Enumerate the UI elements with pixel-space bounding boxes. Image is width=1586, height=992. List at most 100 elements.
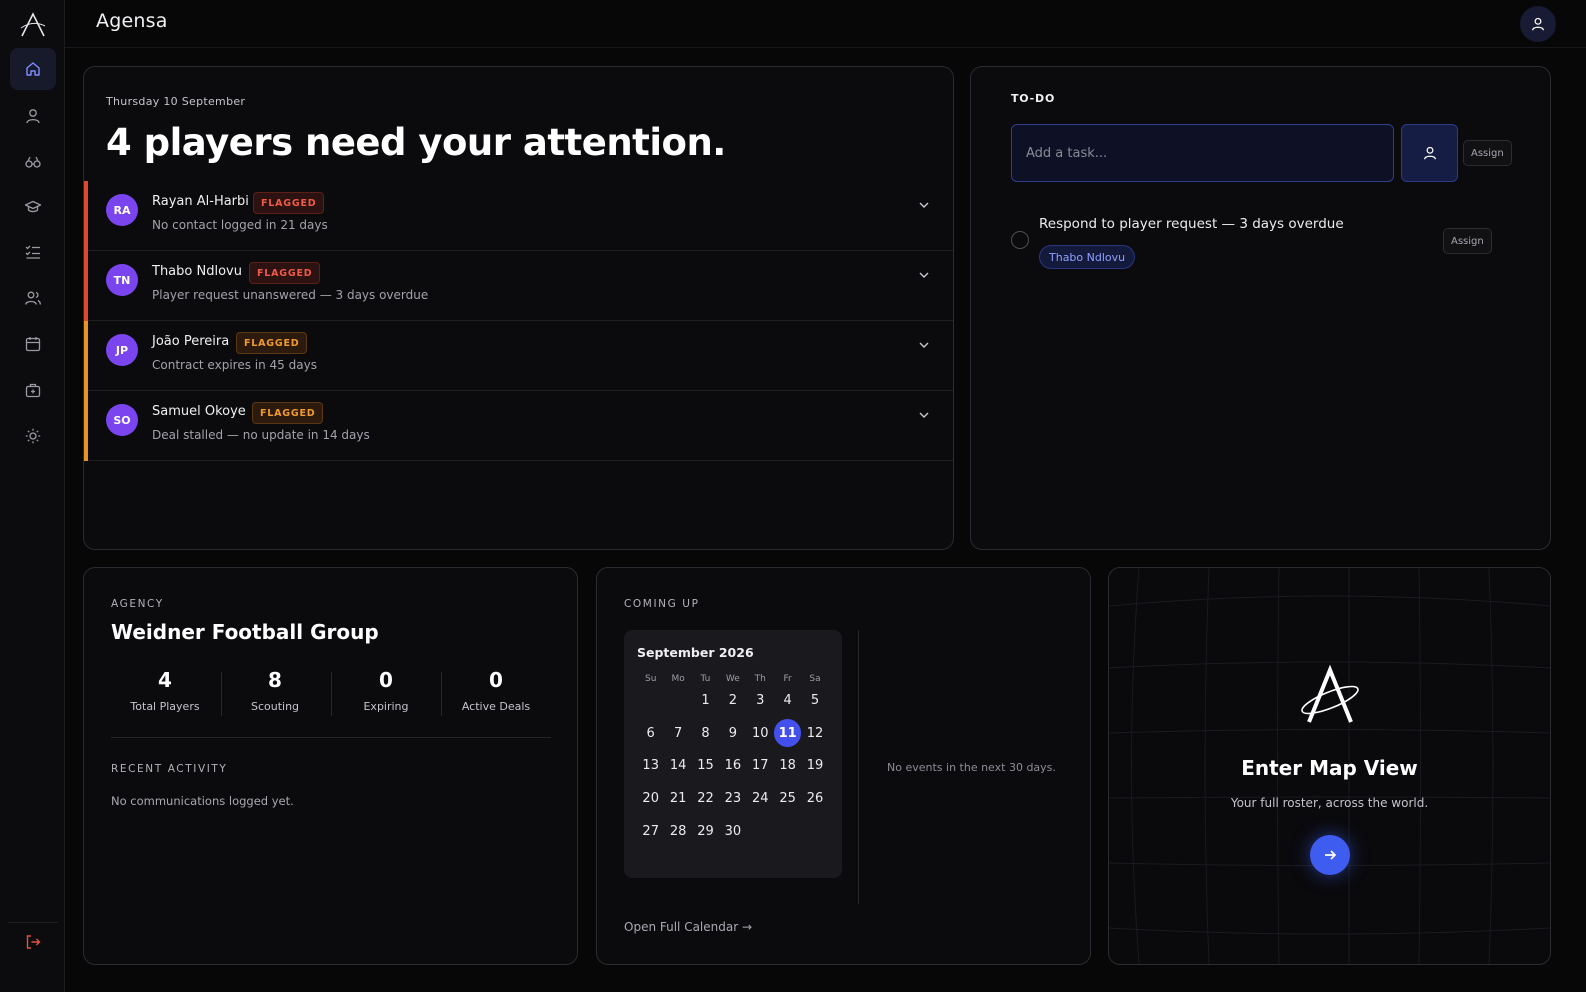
- stat-total-players: 4 Total Players: [110, 668, 220, 713]
- sidebar-item-deals[interactable]: [10, 369, 56, 411]
- calendar-day[interactable]: 5: [801, 687, 828, 714]
- calendar-day[interactable]: 8: [692, 719, 719, 746]
- calendar-day[interactable]: 9: [719, 719, 746, 746]
- checklist-icon: [25, 245, 40, 259]
- profile-avatar-button[interactable]: [1520, 6, 1556, 42]
- player-name: João Pereira: [152, 334, 230, 349]
- agency-label: AGENCY: [111, 598, 164, 610]
- severity-stripe: [84, 251, 88, 321]
- calendar-icon: [25, 337, 41, 352]
- player-reason: Deal stalled — no update in 14 days: [152, 428, 370, 442]
- chevron-down-icon[interactable]: [917, 268, 931, 282]
- calendar-day[interactable]: 3: [747, 687, 774, 714]
- calendar-week: 12345: [637, 684, 829, 717]
- sidebar-item-team[interactable]: [10, 277, 56, 319]
- calendar-day[interactable]: 21: [664, 785, 691, 812]
- calendar-day[interactable]: 2: [719, 687, 746, 714]
- calendar-day[interactable]: 4: [774, 687, 801, 714]
- weekday-label: Mo: [671, 674, 685, 684]
- weekday-label: Su: [644, 674, 657, 684]
- flagged-player-list: RA Rayan Al-Harbi FLAGGED No contact log…: [84, 181, 953, 461]
- flagged-player-row[interactable]: JP João Pereira FLAGGED Contract expires…: [84, 321, 953, 391]
- coming-up-card: COMING UP September 2026 Su Mo Tu We Th Fr Sa …: [596, 567, 1091, 965]
- calendar-day[interactable]: 22: [692, 785, 719, 812]
- attention-card: Thursday 10 September 4 players need you…: [83, 66, 954, 550]
- chevron-down-icon[interactable]: [917, 408, 931, 422]
- calendar-day[interactable]: 14: [664, 752, 691, 779]
- agency-name: Weidner Football Group: [111, 620, 379, 644]
- mini-calendar: September 2026 Su Mo Tu We Th Fr Sa 1234567891…: [624, 630, 842, 878]
- calendar-day[interactable]: 6: [637, 719, 664, 746]
- enter-map-button[interactable]: [1310, 835, 1350, 875]
- calendar-day[interactable]: 20: [637, 785, 664, 812]
- add-task-input[interactable]: [1011, 124, 1394, 182]
- user-icon: [1532, 17, 1544, 31]
- calendar-day[interactable]: 19: [801, 752, 828, 779]
- logout-button[interactable]: [10, 921, 56, 963]
- calendar-day[interactable]: 27: [637, 817, 664, 844]
- player-reason: Contract expires in 45 days: [152, 358, 317, 372]
- app-title: Agensa: [96, 10, 168, 32]
- calendar-day[interactable]: 16: [719, 752, 746, 779]
- calendar-empty-cell: [747, 817, 774, 844]
- calendar-day[interactable]: 10: [747, 719, 774, 746]
- player-name: Thabo Ndlovu: [152, 264, 242, 279]
- calendar-day[interactable]: 7: [664, 719, 691, 746]
- calendar-day[interactable]: 23: [719, 785, 746, 812]
- stat-label: Expiring: [363, 700, 409, 713]
- calendar-divider: [858, 630, 859, 904]
- calendar-day[interactable]: 15: [692, 752, 719, 779]
- sidebar-item-calendar[interactable]: [10, 323, 56, 365]
- weekday-label: Tu: [700, 674, 711, 684]
- calendar-week: 20 21 22 23 24 25 26: [637, 782, 829, 815]
- logout-icon: [26, 935, 41, 949]
- users-icon: [25, 291, 41, 305]
- chevron-down-icon[interactable]: [917, 338, 931, 352]
- calendar-day[interactable]: 28: [664, 817, 691, 844]
- todo-complete-checkbox[interactable]: [1011, 231, 1029, 249]
- agensa-logo-icon[interactable]: [19, 12, 47, 38]
- calendar-day[interactable]: 18: [774, 752, 801, 779]
- player-reason: Player request unanswered — 3 days overd…: [152, 288, 429, 302]
- recent-activity-label: RECENT ACTIVITY: [111, 763, 228, 775]
- recent-activity-empty: No communications logged yet.: [111, 794, 294, 808]
- stat-value: 8: [268, 668, 282, 692]
- sidebar-item-scouting[interactable]: [10, 141, 56, 183]
- chevron-down-icon[interactable]: [917, 198, 931, 212]
- calendar-day[interactable]: 12: [801, 719, 828, 746]
- flagged-player-row[interactable]: RA Rayan Al-Harbi FLAGGED No contact log…: [84, 181, 953, 251]
- player-avatar: TN: [106, 264, 138, 296]
- calendar-day[interactable]: 17: [747, 752, 774, 779]
- assign-button[interactable]: Assign: [1463, 140, 1512, 166]
- no-events-text: No events in the next 30 days.: [887, 761, 1056, 774]
- sidebar-item-home[interactable]: [10, 48, 56, 90]
- calendar-day[interactable]: 13: [637, 752, 664, 779]
- map-view-title: Enter Map View: [1241, 756, 1418, 780]
- calendar-day[interactable]: 29: [692, 817, 719, 844]
- calendar-empty-cell: [637, 687, 664, 714]
- calendar-month: September 2026: [637, 645, 754, 660]
- top-header: Agensa: [65, 0, 1586, 48]
- calendar-day[interactable]: 25: [774, 785, 801, 812]
- todo-item-assign-button[interactable]: Assign: [1443, 228, 1492, 254]
- calendar-day-today[interactable]: 11: [773, 719, 802, 747]
- calendar-empty-cell: [664, 687, 691, 714]
- stat-label: Scouting: [250, 700, 300, 713]
- calendar-day[interactable]: 24: [747, 785, 774, 812]
- assign-person-button[interactable]: [1401, 124, 1458, 182]
- calendar-weekdays: Su Mo Tu We Th Fr Sa: [637, 674, 829, 684]
- flagged-player-row[interactable]: TN Thabo Ndlovu FLAGGED Player request u…: [84, 251, 953, 321]
- calendar-day[interactable]: 26: [801, 785, 828, 812]
- open-full-calendar-link[interactable]: Open Full Calendar →: [624, 920, 752, 934]
- sidebar-item-tasks[interactable]: [10, 231, 56, 273]
- section-divider: [111, 737, 551, 738]
- calendar-day[interactable]: 1: [692, 687, 719, 714]
- stat-label: Total Players: [130, 700, 200, 713]
- sidebar-item-academy[interactable]: [10, 186, 56, 228]
- calendar-day[interactable]: 30: [719, 817, 746, 844]
- map-view-card[interactable]: Enter Map View Your full roster, across …: [1108, 567, 1551, 965]
- flagged-player-row[interactable]: SO Samuel Okoye FLAGGED Deal stalled — n…: [84, 391, 953, 461]
- todo-player-tag[interactable]: Thabo Ndlovu: [1039, 245, 1136, 269]
- sidebar-item-players[interactable]: [10, 95, 56, 137]
- sidebar-item-settings[interactable]: [10, 415, 56, 457]
